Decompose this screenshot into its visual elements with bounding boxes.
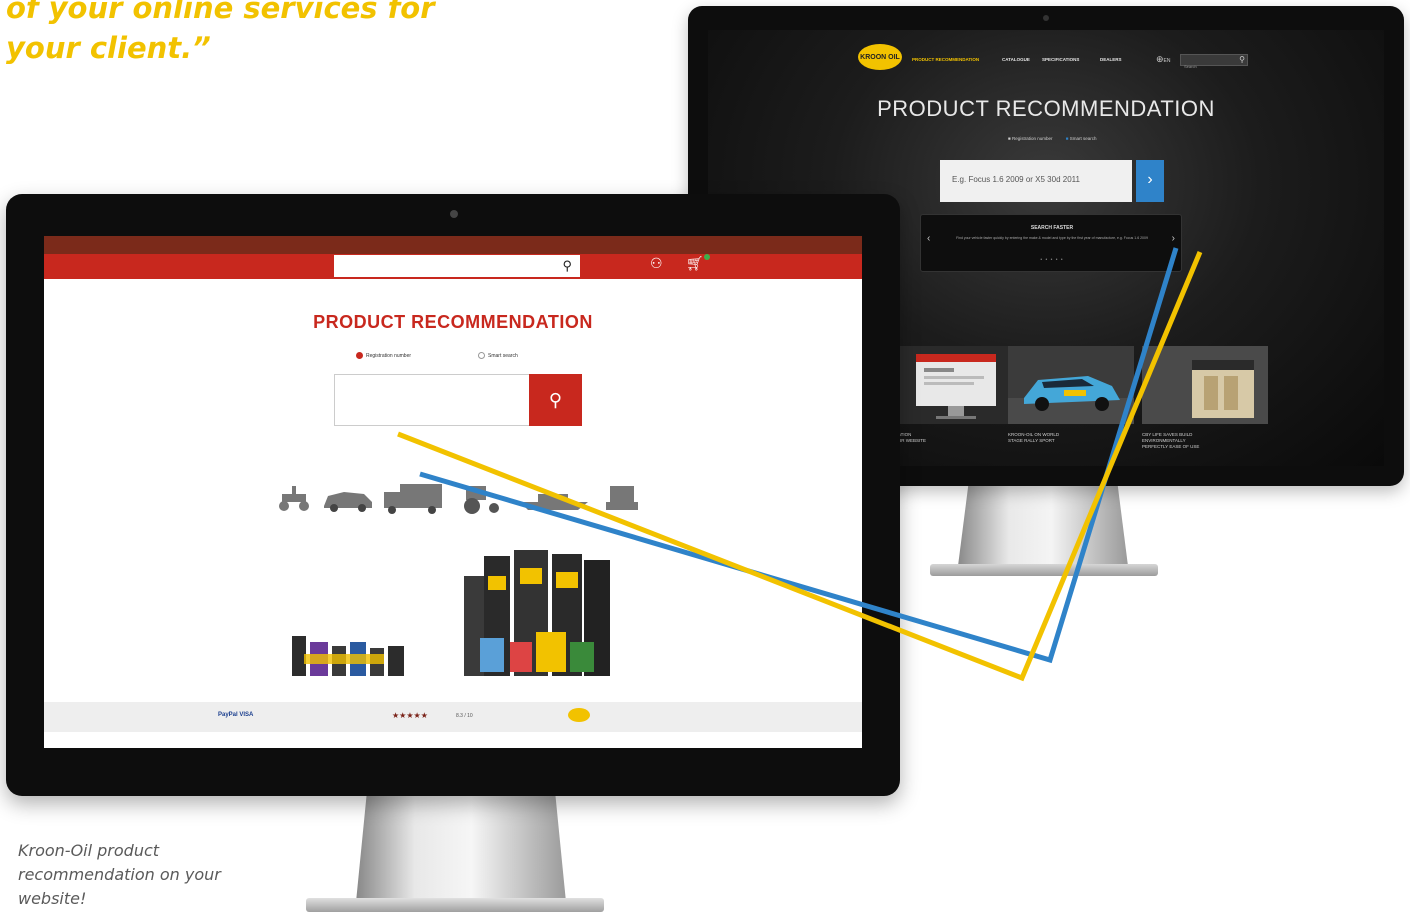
decorative-lines [397, 247, 1203, 682]
yellow-line [397, 251, 1203, 682]
blue-line [419, 247, 1179, 664]
